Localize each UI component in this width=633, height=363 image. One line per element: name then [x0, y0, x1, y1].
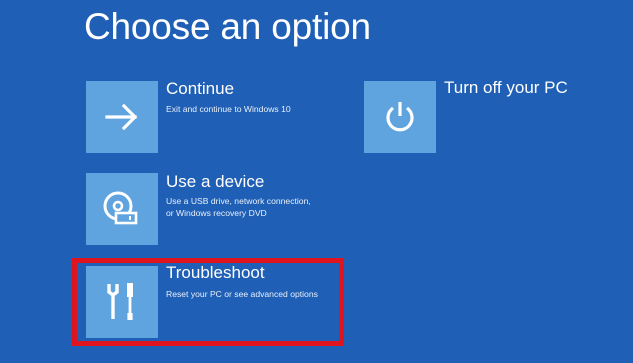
- troubleshoot-description: Reset your PC or see advanced options: [166, 289, 318, 299]
- troubleshoot-tile[interactable]: [86, 266, 158, 338]
- disc-drive-icon: [103, 191, 138, 225]
- use-device-option[interactable]: Use a device Use a USB drive, network co…: [86, 172, 346, 245]
- continue-option[interactable]: Continue Exit and continue to Windows 10: [86, 79, 346, 153]
- use-device-description-line-2: or Windows recovery DVD: [166, 208, 267, 218]
- tools-icon: [107, 283, 133, 320]
- use-device-description-line-1: Use a USB drive, network connection,: [166, 196, 311, 206]
- turn-off-tile[interactable]: [364, 81, 436, 153]
- recovery-screen: Choose an option Continue Exit and conti…: [0, 0, 633, 363]
- continue-title: Continue: [166, 79, 235, 98]
- continue-description: Exit and continue to Windows 10: [166, 104, 291, 114]
- troubleshoot-option[interactable]: Troubleshoot Reset your PC or see advanc…: [86, 263, 346, 338]
- turn-off-option[interactable]: Turn off your PC: [364, 78, 624, 153]
- arrow-right-icon: [105, 104, 138, 130]
- page-title: Choose an option: [84, 6, 371, 47]
- continue-tile[interactable]: [86, 81, 158, 153]
- use-device-tile[interactable]: [86, 173, 158, 245]
- troubleshoot-title: Troubleshoot: [166, 263, 265, 282]
- use-device-description: Use a USB drive, network connection, or …: [166, 195, 311, 219]
- turn-off-title: Turn off your PC: [444, 78, 568, 97]
- use-device-title: Use a device: [166, 172, 265, 191]
- power-icon: [386, 102, 414, 132]
